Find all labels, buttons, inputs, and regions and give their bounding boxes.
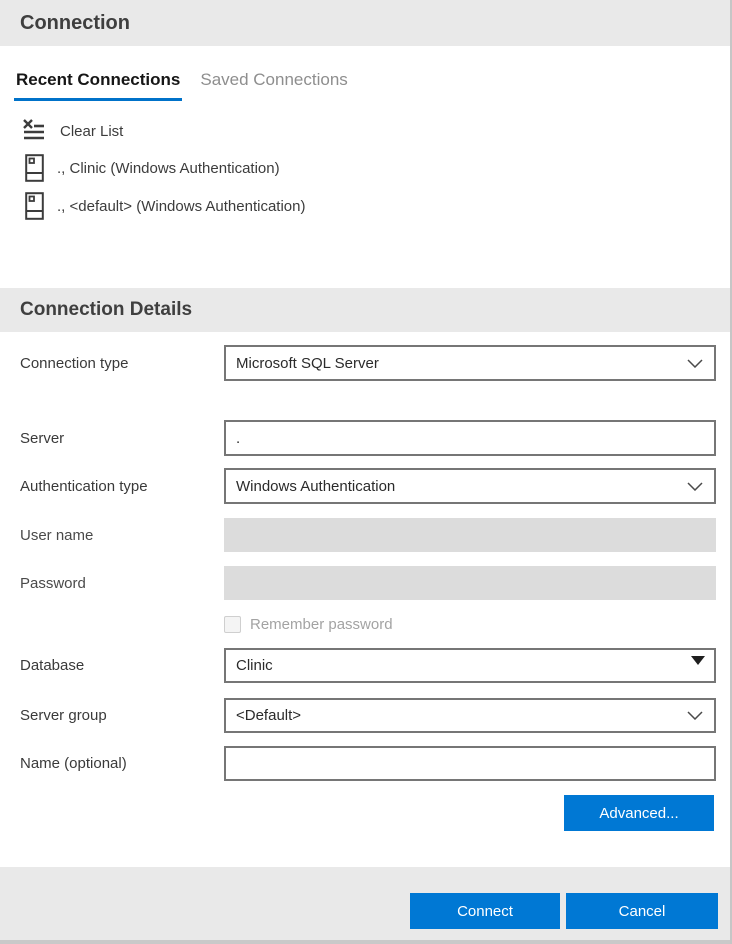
chevron-down-icon xyxy=(687,482,703,491)
auth-type-dropdown[interactable]: Windows Authentication xyxy=(224,468,716,504)
recent-connection-item[interactable]: ., <default> (Windows Authentication) xyxy=(25,190,730,222)
database-dropdown[interactable]: Clinic xyxy=(224,648,716,683)
clear-list-label: Clear List xyxy=(60,123,123,140)
connection-details-header: Connection Details xyxy=(0,288,730,332)
recent-connection-label: ., <default> (Windows Authentication) xyxy=(57,198,305,215)
auth-type-row: Authentication type Windows Authenticati… xyxy=(20,468,730,504)
database-label: Database xyxy=(20,657,224,674)
auth-type-value: Windows Authentication xyxy=(236,478,395,495)
clear-list-icon xyxy=(22,119,46,143)
remember-password-row: Remember password xyxy=(20,616,730,633)
dialog-footer: Connect Cancel xyxy=(0,867,730,944)
server-group-dropdown[interactable]: <Default> xyxy=(224,698,716,733)
tab-recent-label: Recent Connections xyxy=(16,70,180,89)
dialog-header: Connection xyxy=(0,0,730,46)
server-row: Server xyxy=(20,420,730,456)
connection-dialog: Connection Recent Connections Saved Conn… xyxy=(0,0,732,944)
name-row: Name (optional) xyxy=(20,746,730,781)
server-group-label: Server group xyxy=(20,707,224,724)
chevron-down-icon xyxy=(687,359,703,368)
name-label: Name (optional) xyxy=(20,755,224,772)
connection-type-value: Microsoft SQL Server xyxy=(236,355,379,372)
database-value: Clinic xyxy=(236,657,273,674)
connect-button[interactable]: Connect xyxy=(410,893,560,929)
user-name-label: User name xyxy=(20,527,224,544)
recent-connection-item[interactable]: ., Clinic (Windows Authentication) xyxy=(25,152,730,184)
connection-type-dropdown[interactable]: Microsoft SQL Server xyxy=(224,345,716,381)
advanced-row: Advanced... xyxy=(20,795,730,831)
server-group-row: Server group <Default> xyxy=(20,698,730,733)
clear-list-button[interactable]: Clear List xyxy=(22,116,730,146)
password-row: Password xyxy=(20,566,730,600)
server-icon xyxy=(25,192,44,220)
server-icon xyxy=(25,154,44,182)
connection-details-form: Connection type Microsoft SQL Server Ser… xyxy=(0,345,730,831)
password-label: Password xyxy=(20,575,224,592)
tab-saved-label: Saved Connections xyxy=(200,70,347,89)
tab-saved-connections[interactable]: Saved Connections xyxy=(198,66,349,101)
server-input[interactable] xyxy=(224,420,716,456)
user-name-input xyxy=(224,518,716,552)
window-bottom-edge xyxy=(0,940,730,944)
caret-down-filled-icon[interactable] xyxy=(691,656,705,665)
server-label: Server xyxy=(20,430,224,447)
chevron-down-icon xyxy=(687,711,703,720)
tab-recent-connections[interactable]: Recent Connections xyxy=(14,66,182,101)
password-input xyxy=(224,566,716,600)
connection-type-label: Connection type xyxy=(20,355,224,372)
remember-password-label: Remember password xyxy=(250,616,393,633)
user-name-row: User name xyxy=(20,518,730,552)
auth-type-label: Authentication type xyxy=(20,478,224,495)
advanced-button[interactable]: Advanced... xyxy=(564,795,714,831)
cancel-button[interactable]: Cancel xyxy=(566,893,718,929)
database-row: Database Clinic xyxy=(20,648,730,683)
dialog-title: Connection xyxy=(20,12,130,35)
connections-tabs: Recent Connections Saved Connections xyxy=(14,66,730,101)
server-group-value: <Default> xyxy=(236,707,301,724)
name-input[interactable] xyxy=(224,746,716,781)
remember-password-checkbox xyxy=(224,616,241,633)
connection-type-row: Connection type Microsoft SQL Server xyxy=(20,345,730,381)
recent-connection-label: ., Clinic (Windows Authentication) xyxy=(57,160,280,177)
connection-details-title: Connection Details xyxy=(20,299,192,321)
